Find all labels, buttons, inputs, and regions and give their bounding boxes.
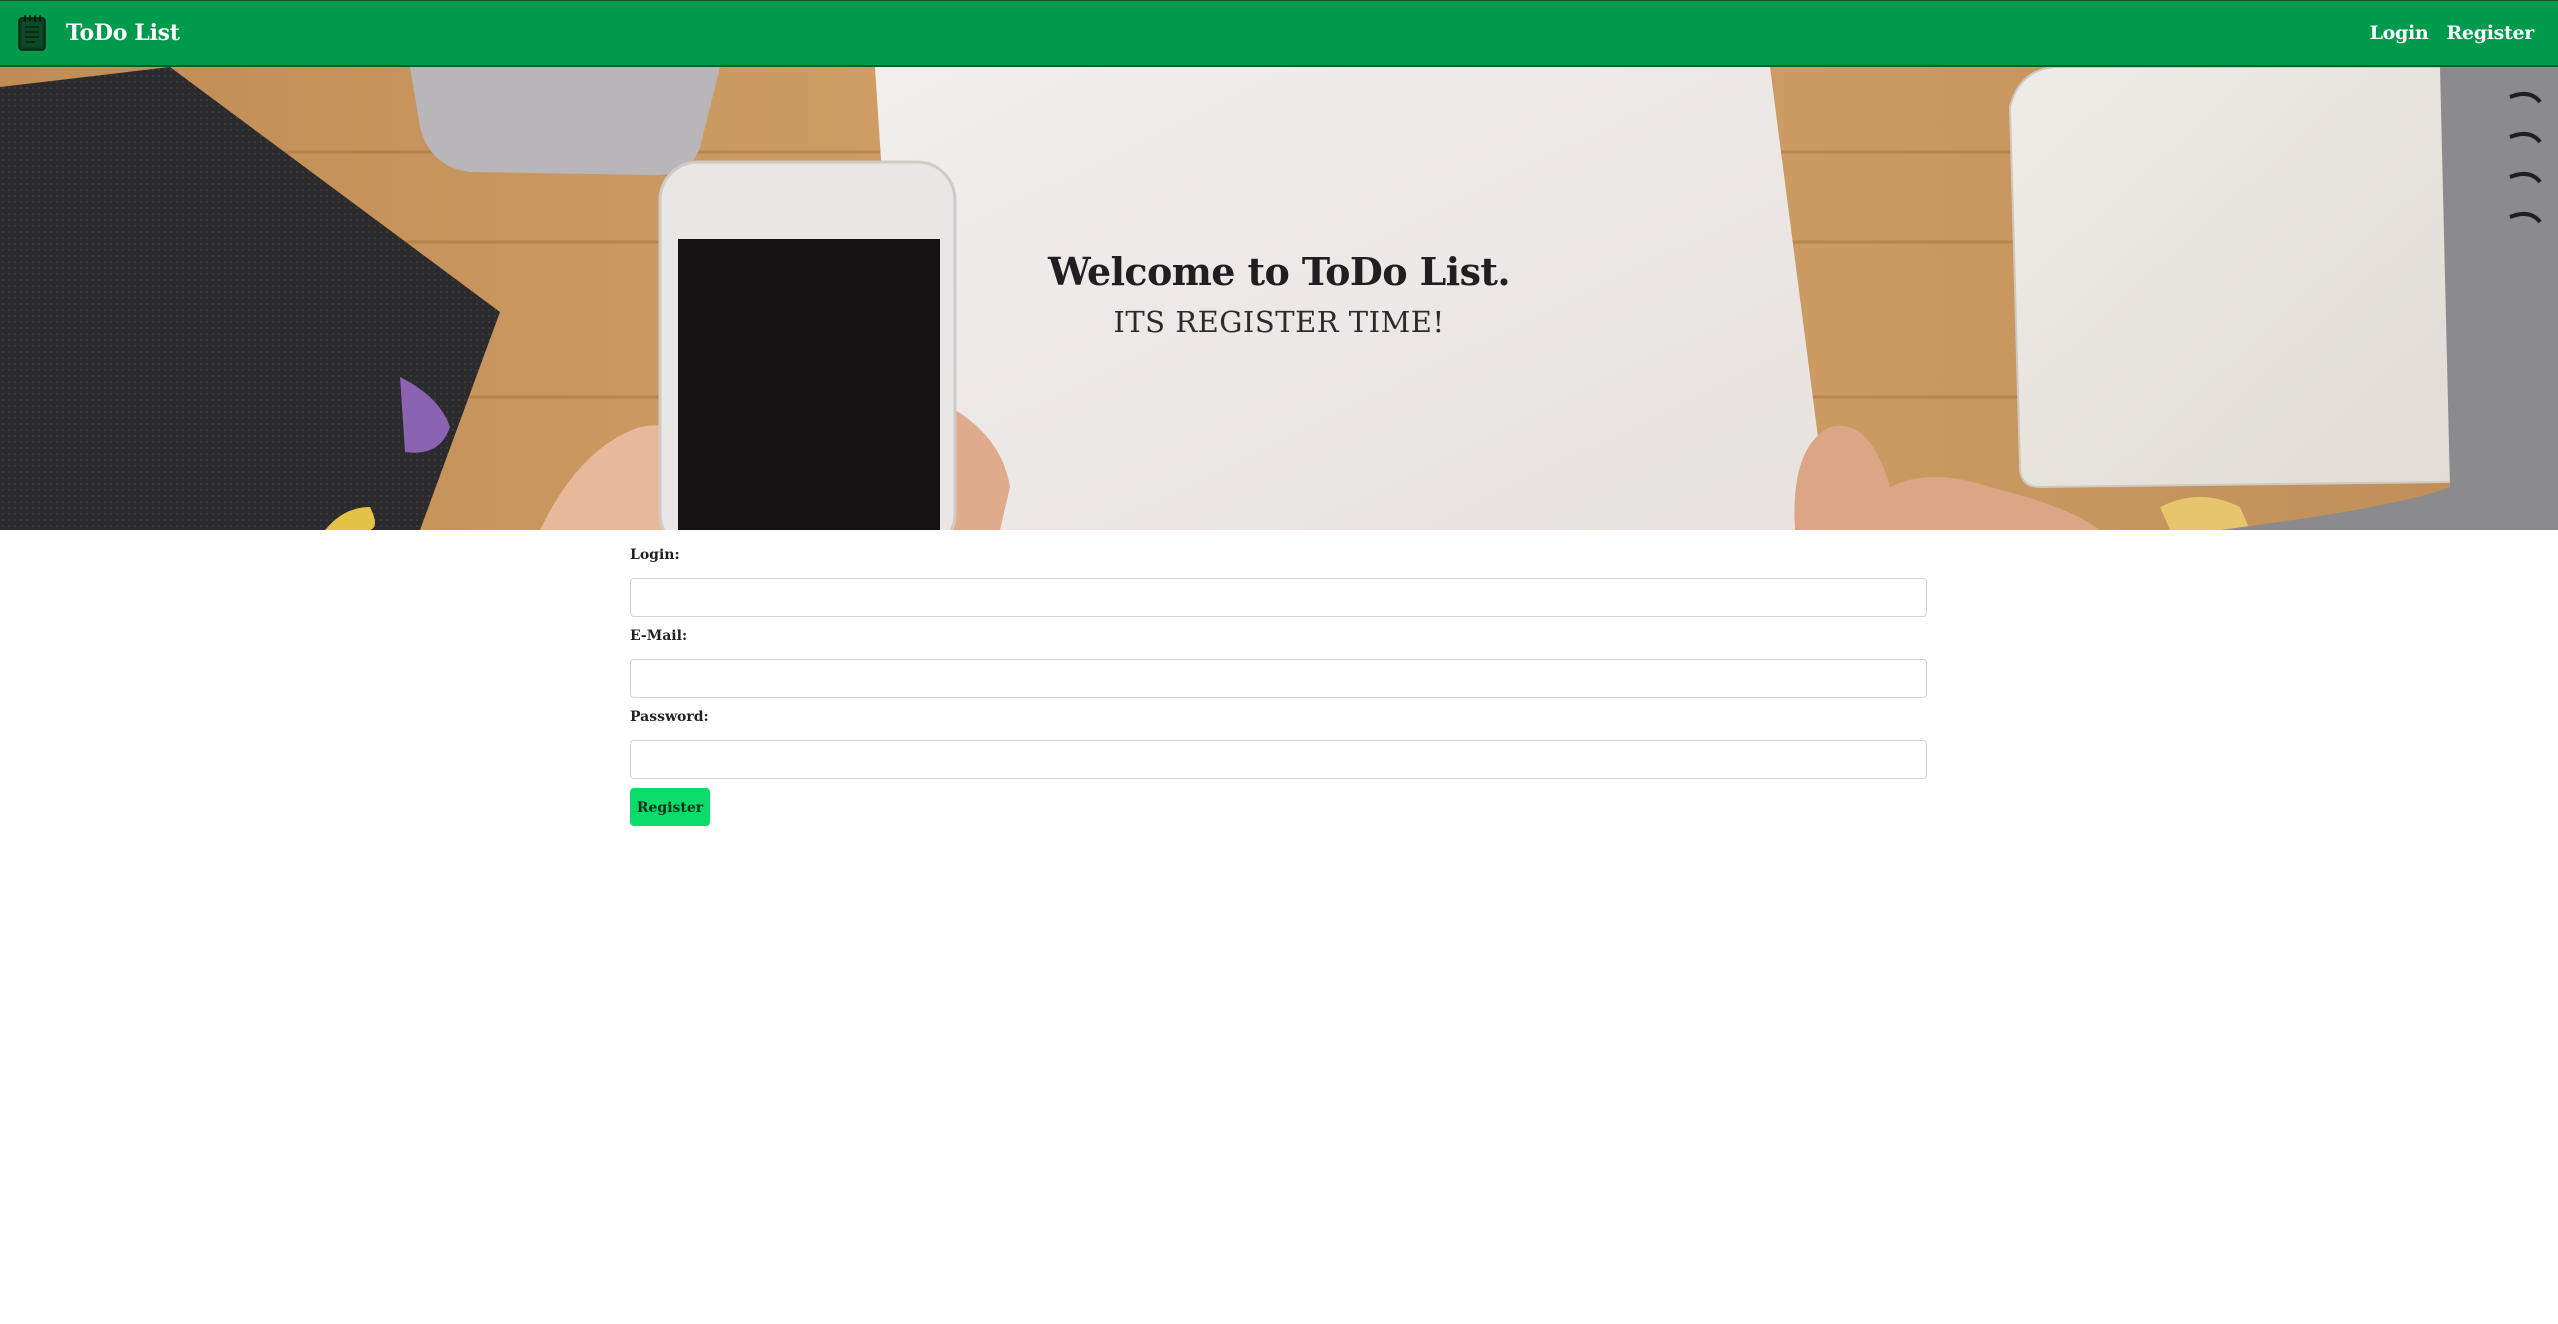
hero-title: Welcome to ToDo List. <box>1048 249 1511 294</box>
email-input[interactable] <box>630 659 1927 698</box>
brand-link[interactable]: ToDo List <box>16 14 180 52</box>
hero-banner: Welcome to ToDo List. ITS REGISTER TIME! <box>0 67 2558 530</box>
login-input[interactable] <box>630 578 1927 617</box>
register-form: Login: E-Mail: Password: Register <box>630 540 1927 826</box>
nav-links: Login Register <box>2352 22 2535 44</box>
register-button[interactable]: Register <box>630 788 710 826</box>
notepad-icon <box>18 15 46 51</box>
hero-subtitle: ITS REGISTER TIME! <box>1113 305 1445 339</box>
password-input[interactable] <box>630 740 1927 779</box>
password-label: Password: <box>630 709 709 725</box>
brand-title[interactable]: ToDo List <box>66 20 180 46</box>
navbar: ToDo List Login Register <box>0 0 2558 67</box>
nav-login-link[interactable]: Login <box>2370 22 2429 44</box>
login-label: Login: <box>630 547 680 563</box>
email-label: E-Mail: <box>630 628 688 644</box>
hero-background-image <box>0 67 2558 530</box>
nav-register-link[interactable]: Register <box>2446 22 2534 44</box>
